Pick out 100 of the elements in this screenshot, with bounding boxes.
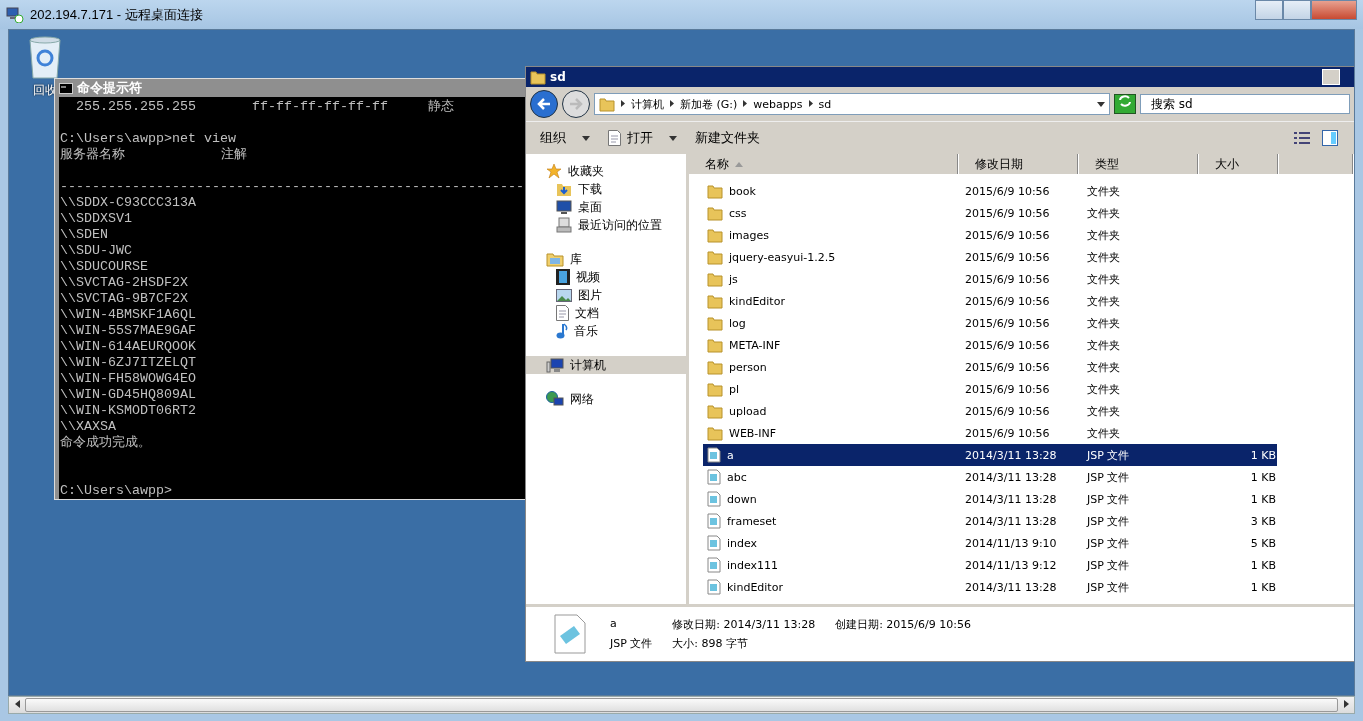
file-type: JSP 文件 [1085, 535, 1131, 551]
file-row[interactable]: WEB-INF 2015/6/9 10:56 文件夹 [703, 422, 1277, 444]
modified-date: 2015/6/9 10:56 [964, 382, 1051, 396]
forward-button[interactable] [562, 90, 590, 118]
modified-date: 2014/11/13 9:10 [964, 536, 1058, 550]
modified-date: 2015/6/9 10:56 [964, 228, 1051, 242]
file-type: 文件夹 [1086, 403, 1121, 419]
file-row[interactable]: META-INF 2015/6/9 10:56 文件夹 [703, 334, 1277, 356]
refresh-button[interactable] [1114, 94, 1136, 114]
folder-icon [707, 359, 723, 375]
file-row[interactable]: images 2015/6/9 10:56 文件夹 [703, 224, 1277, 246]
column-header[interactable]: 类型 [1079, 154, 1199, 174]
console-line: \\XAXSA [60, 419, 117, 435]
toolbar-button[interactable]: 新建文件夹 [689, 126, 766, 150]
file-name: js [729, 272, 738, 286]
window-title: 202.194.7.171 - 远程桌面连接 [30, 5, 203, 24]
caret-right-icon [743, 99, 748, 107]
file-row[interactable]: down 2014/3/11 13:28 JSP 文件 1 KB [703, 488, 1277, 510]
file-row[interactable]: index 2014/11/13 9:10 JSP 文件 5 KB [703, 532, 1277, 554]
preview-pane-icon[interactable] [1322, 130, 1338, 146]
file-name: upload [729, 404, 767, 418]
nav-pane-item[interactable]: 下载 [526, 180, 686, 198]
modified-date: 2014/3/11 13:28 [964, 492, 1058, 506]
folder-icon [530, 69, 546, 85]
document-icon [608, 130, 621, 146]
file-row[interactable]: index111 2014/11/13 9:12 JSP 文件 1 KB [703, 554, 1277, 576]
network-globe-icon [546, 391, 564, 407]
file-type: 文件夹 [1086, 249, 1121, 265]
console-icon [59, 82, 73, 94]
file-name: META-INF [729, 338, 781, 352]
file-size: 1 KB [1249, 580, 1276, 594]
modified-date: 2014/11/13 9:12 [964, 558, 1058, 572]
minimize-button[interactable] [1255, 0, 1283, 20]
column-header[interactable]: 修改日期 [959, 154, 1079, 174]
console-line: \\WIN-KSMODT06RT2 [60, 403, 197, 419]
console-line: \\SVCTAG-9B7CF2X [60, 291, 189, 307]
file-size: 1 KB [1249, 558, 1276, 572]
film-icon [556, 269, 570, 285]
recycle-bin-icon[interactable] [27, 36, 63, 80]
toolbar-button[interactable]: 组织 [534, 126, 596, 150]
detail-type: JSP 文件 [610, 636, 653, 651]
breadcrumb-item[interactable]: webapps [753, 97, 803, 111]
file-type: 文件夹 [1086, 183, 1121, 199]
file-row[interactable]: jquery-easyui-1.2.5 2015/6/9 10:56 文件夹 [703, 246, 1277, 268]
nav-pane-item[interactable]: 桌面 [526, 198, 686, 216]
breadcrumb-item[interactable]: 计算机 [631, 96, 664, 112]
breadcrumb-item[interactable]: 新加卷 (G:) [680, 96, 738, 112]
file-name: frameset [727, 514, 777, 528]
modified-date: 2015/6/9 10:56 [964, 338, 1051, 352]
modified-date: 2014/3/11 13:28 [964, 514, 1058, 528]
file-type: 文件夹 [1086, 205, 1121, 221]
console-line: \\WIN-4BMSKF1A6QL [60, 307, 197, 323]
modified-date: 2014/3/11 13:28 [964, 470, 1058, 484]
nav-pane-item[interactable]: 文档 [526, 304, 686, 322]
file-name: log [729, 316, 746, 330]
toolbar-button[interactable]: 打开 [602, 126, 683, 150]
file-row[interactable]: book 2015/6/9 10:56 文件夹 [703, 180, 1277, 202]
file-row[interactable]: kindEditor 2014/3/11 13:28 JSP 文件 1 KB [703, 576, 1277, 598]
file-row[interactable]: js 2015/6/9 10:56 文件夹 [703, 268, 1277, 290]
folder-icon [707, 183, 723, 199]
file-name: person [729, 360, 767, 374]
file-row[interactable]: pl 2015/6/9 10:56 文件夹 [703, 378, 1277, 400]
file-row[interactable]: upload 2015/6/9 10:56 文件夹 [703, 400, 1277, 422]
file-row[interactable]: log 2015/6/9 10:56 文件夹 [703, 312, 1277, 334]
nav-pane-item[interactable]: 最近访问的位置 [526, 216, 686, 234]
file-name: images [729, 228, 769, 242]
nav-pane-item[interactable]: 计算机 [526, 356, 686, 374]
refresh-icon [1118, 95, 1132, 107]
maximize-button[interactable] [1283, 0, 1311, 20]
console-line: \\WIN-FH58WOWG4EO [60, 371, 197, 387]
view-options-icon[interactable] [1294, 132, 1310, 144]
caret-right-icon [670, 99, 674, 107]
search-field[interactable]: 搜索 sd [1140, 94, 1350, 114]
nav-pane-item[interactable]: 视频 [526, 268, 686, 286]
file-row[interactable]: css 2015/6/9 10:56 文件夹 [703, 202, 1277, 224]
document-icon [707, 557, 721, 573]
breadcrumb-item[interactable]: sd [818, 97, 832, 111]
file-row[interactable]: kindEditor 2015/6/9 10:56 文件夹 [703, 290, 1277, 312]
file-size: 5 KB [1249, 536, 1276, 550]
scroll-right-arrow-icon [1343, 700, 1349, 708]
file-size: 1 KB [1249, 448, 1276, 462]
horizontal-scrollbar[interactable] [8, 696, 1355, 714]
file-row[interactable]: person 2015/6/9 10:56 文件夹 [703, 356, 1277, 378]
folder-icon [707, 337, 723, 353]
file-row[interactable]: abc 2014/3/11 13:28 JSP 文件 1 KB [703, 466, 1277, 488]
file-row[interactable]: a 2014/3/11 13:28 JSP 文件 1 KB [703, 444, 1277, 466]
file-row[interactable]: frameset 2014/3/11 13:28 JSP 文件 3 KB [703, 510, 1277, 532]
console-line: \\WIN-55S7MAE9GAF [60, 323, 197, 339]
console-line: 255.255.255.255 ff-ff-ff-ff-ff-ff 静态 [75, 99, 455, 115]
console-line: 命令成功完成。 [60, 435, 152, 451]
nav-pane-item[interactable]: 收藏夹 [526, 162, 686, 180]
column-header[interactable]: 大小 [1199, 154, 1279, 174]
nav-pane-item[interactable]: 音乐 [526, 322, 686, 340]
nav-pane-item[interactable]: 库 [526, 250, 686, 268]
back-button[interactable] [530, 90, 558, 118]
nav-pane-item[interactable]: 网络 [526, 390, 686, 408]
column-header[interactable]: 名称 [689, 154, 959, 174]
file-name: css [729, 206, 747, 220]
nav-pane-item[interactable]: 图片 [526, 286, 686, 304]
file-type: JSP 文件 [1085, 513, 1131, 529]
